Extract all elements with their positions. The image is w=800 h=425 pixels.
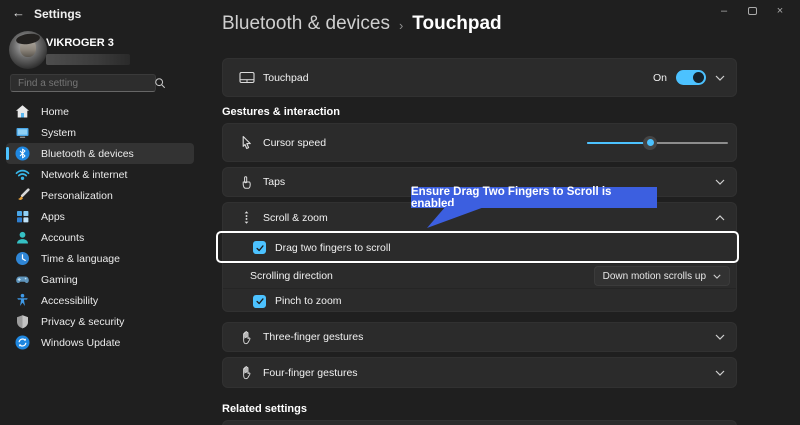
breadcrumb: Bluetooth & devices › Touchpad [222,13,502,35]
toggle-knob [693,72,704,83]
sidebar-item-privacy-security[interactable]: Privacy & security [6,311,194,332]
cursor-speed-thumb[interactable] [643,136,657,150]
bluetooth-icon [15,146,30,161]
touchpad-toggle-card[interactable]: Touchpad On [222,58,737,97]
sidebar-item-accounts[interactable]: Accounts [6,227,194,248]
scrolling-direction-label: Scrolling direction [250,270,333,282]
privacy-icon [15,314,30,329]
maximize-button[interactable] [738,0,766,22]
sidebar-item-gaming[interactable]: Gaming [6,269,194,290]
windows-update-icon [15,335,30,350]
sidebar-item-label: Windows Update [41,337,120,349]
scroll-zoom-label: Scroll & zoom [263,212,328,224]
search-box[interactable] [10,74,156,92]
user-name: VIKROGER 3 [46,37,114,49]
sidebar: VIKROGER 3 Home System Bluetooth & devic… [0,0,200,425]
breadcrumb-parent[interactable]: Bluetooth & devices [222,13,390,35]
sidebar-item-time-language[interactable]: Time & language [6,248,194,269]
taps-label: Taps [263,176,285,188]
three-finger-card[interactable]: Three-finger gestures [222,322,737,352]
sidebar-item-label: Accessibility [41,295,98,307]
scrolling-direction-row: Scrolling direction Down motion scrolls … [223,263,736,288]
sidebar-item-network-internet[interactable]: Network & internet [6,164,194,185]
sidebar-item-apps[interactable]: Apps [6,206,194,227]
page-title: Touchpad [412,13,501,35]
cursor-speed-slider[interactable] [587,136,728,150]
sidebar-nav: Home System Bluetooth & devices Network … [6,101,194,353]
chevron-down-icon[interactable] [715,75,725,81]
touchpad-icon [239,70,255,85]
network-icon [15,167,30,182]
drag-two-fingers-label: Drag two fingers to scroll [275,242,391,254]
sidebar-item-label: Network & internet [41,169,127,181]
sidebar-item-accessibility[interactable]: Accessibility [6,290,194,311]
sidebar-item-system[interactable]: System [6,122,194,143]
maximize-icon [748,7,757,15]
time-language-icon [15,251,30,266]
chevron-down-icon[interactable] [715,179,725,185]
pinch-to-zoom-row[interactable]: Pinch to zoom [223,288,736,313]
sidebar-item-label: Home [41,106,69,118]
hand-icon [239,365,254,380]
window-controls: – × [710,0,794,22]
sidebar-item-label: Bluetooth & devices [41,148,134,160]
cursor-speed-card: Cursor speed [222,123,737,162]
chevron-down-icon[interactable] [715,370,725,376]
tap-hand-icon [239,175,254,190]
cursor-icon [239,135,254,150]
accessibility-icon [15,293,30,308]
sidebar-item-windows-update[interactable]: Windows Update [6,332,194,353]
search-icon[interactable] [154,77,166,89]
touchpad-toggle[interactable] [676,70,706,85]
accounts-icon [15,230,30,245]
cursor-speed-fill [587,142,650,144]
search-input[interactable] [11,78,154,89]
scrolling-direction-dropdown[interactable]: Down motion scrolls up [594,266,730,286]
system-icon [15,125,30,140]
personalization-icon [15,188,30,203]
pinch-to-zoom-checkbox[interactable] [253,295,266,308]
chevron-down-icon [713,274,721,279]
chevron-down-icon[interactable] [715,334,725,340]
sidebar-item-label: System [41,127,76,139]
annotation-callout-tail [424,206,494,229]
apps-icon [15,209,30,224]
hand-icon [239,330,254,345]
drag-two-fingers-row[interactable]: Drag two fingers to scroll [223,232,736,263]
annotation-callout: Ensure Drag Two Fingers to Scroll is ena… [411,187,657,208]
sidebar-item-label: Time & language [41,253,120,265]
touchpad-toggle-state: On [653,72,667,84]
sidebar-item-home[interactable]: Home [6,101,194,122]
sidebar-item-label: Privacy & security [41,316,124,328]
pinch-to-zoom-label: Pinch to zoom [275,295,342,307]
related-settings-header: Related settings [222,403,307,415]
sidebar-item-label: Accounts [41,232,84,244]
four-finger-card[interactable]: Four-finger gestures [222,357,737,388]
sidebar-item-personalization[interactable]: Personalization [6,185,194,206]
scrolling-direction-value: Down motion scrolls up [603,271,706,282]
related-settings-card-partial [222,420,737,425]
settings-window: { "window": { "title": "Settings", "back… [0,0,800,425]
scroll-icon [239,210,254,225]
four-finger-label: Four-finger gestures [263,367,358,379]
gestures-section-header: Gestures & interaction [222,106,340,118]
sidebar-item-label: Personalization [41,190,113,202]
avatar[interactable] [9,31,47,69]
gaming-icon [15,272,30,287]
breadcrumb-separator: › [399,16,403,33]
three-finger-label: Three-finger gestures [263,331,363,343]
sidebar-item-bluetooth-devices[interactable]: Bluetooth & devices [6,143,194,164]
cursor-speed-label: Cursor speed [263,137,326,149]
sidebar-item-label: Gaming [41,274,78,286]
user-email-redacted [46,54,130,65]
close-button[interactable]: × [766,0,794,22]
chevron-up-icon[interactable] [715,215,725,221]
sidebar-item-label: Apps [41,211,65,223]
drag-two-fingers-checkbox[interactable] [253,241,266,254]
minimize-button[interactable]: – [710,0,738,22]
home-icon [15,104,30,119]
touchpad-row-label: Touchpad [263,72,309,84]
